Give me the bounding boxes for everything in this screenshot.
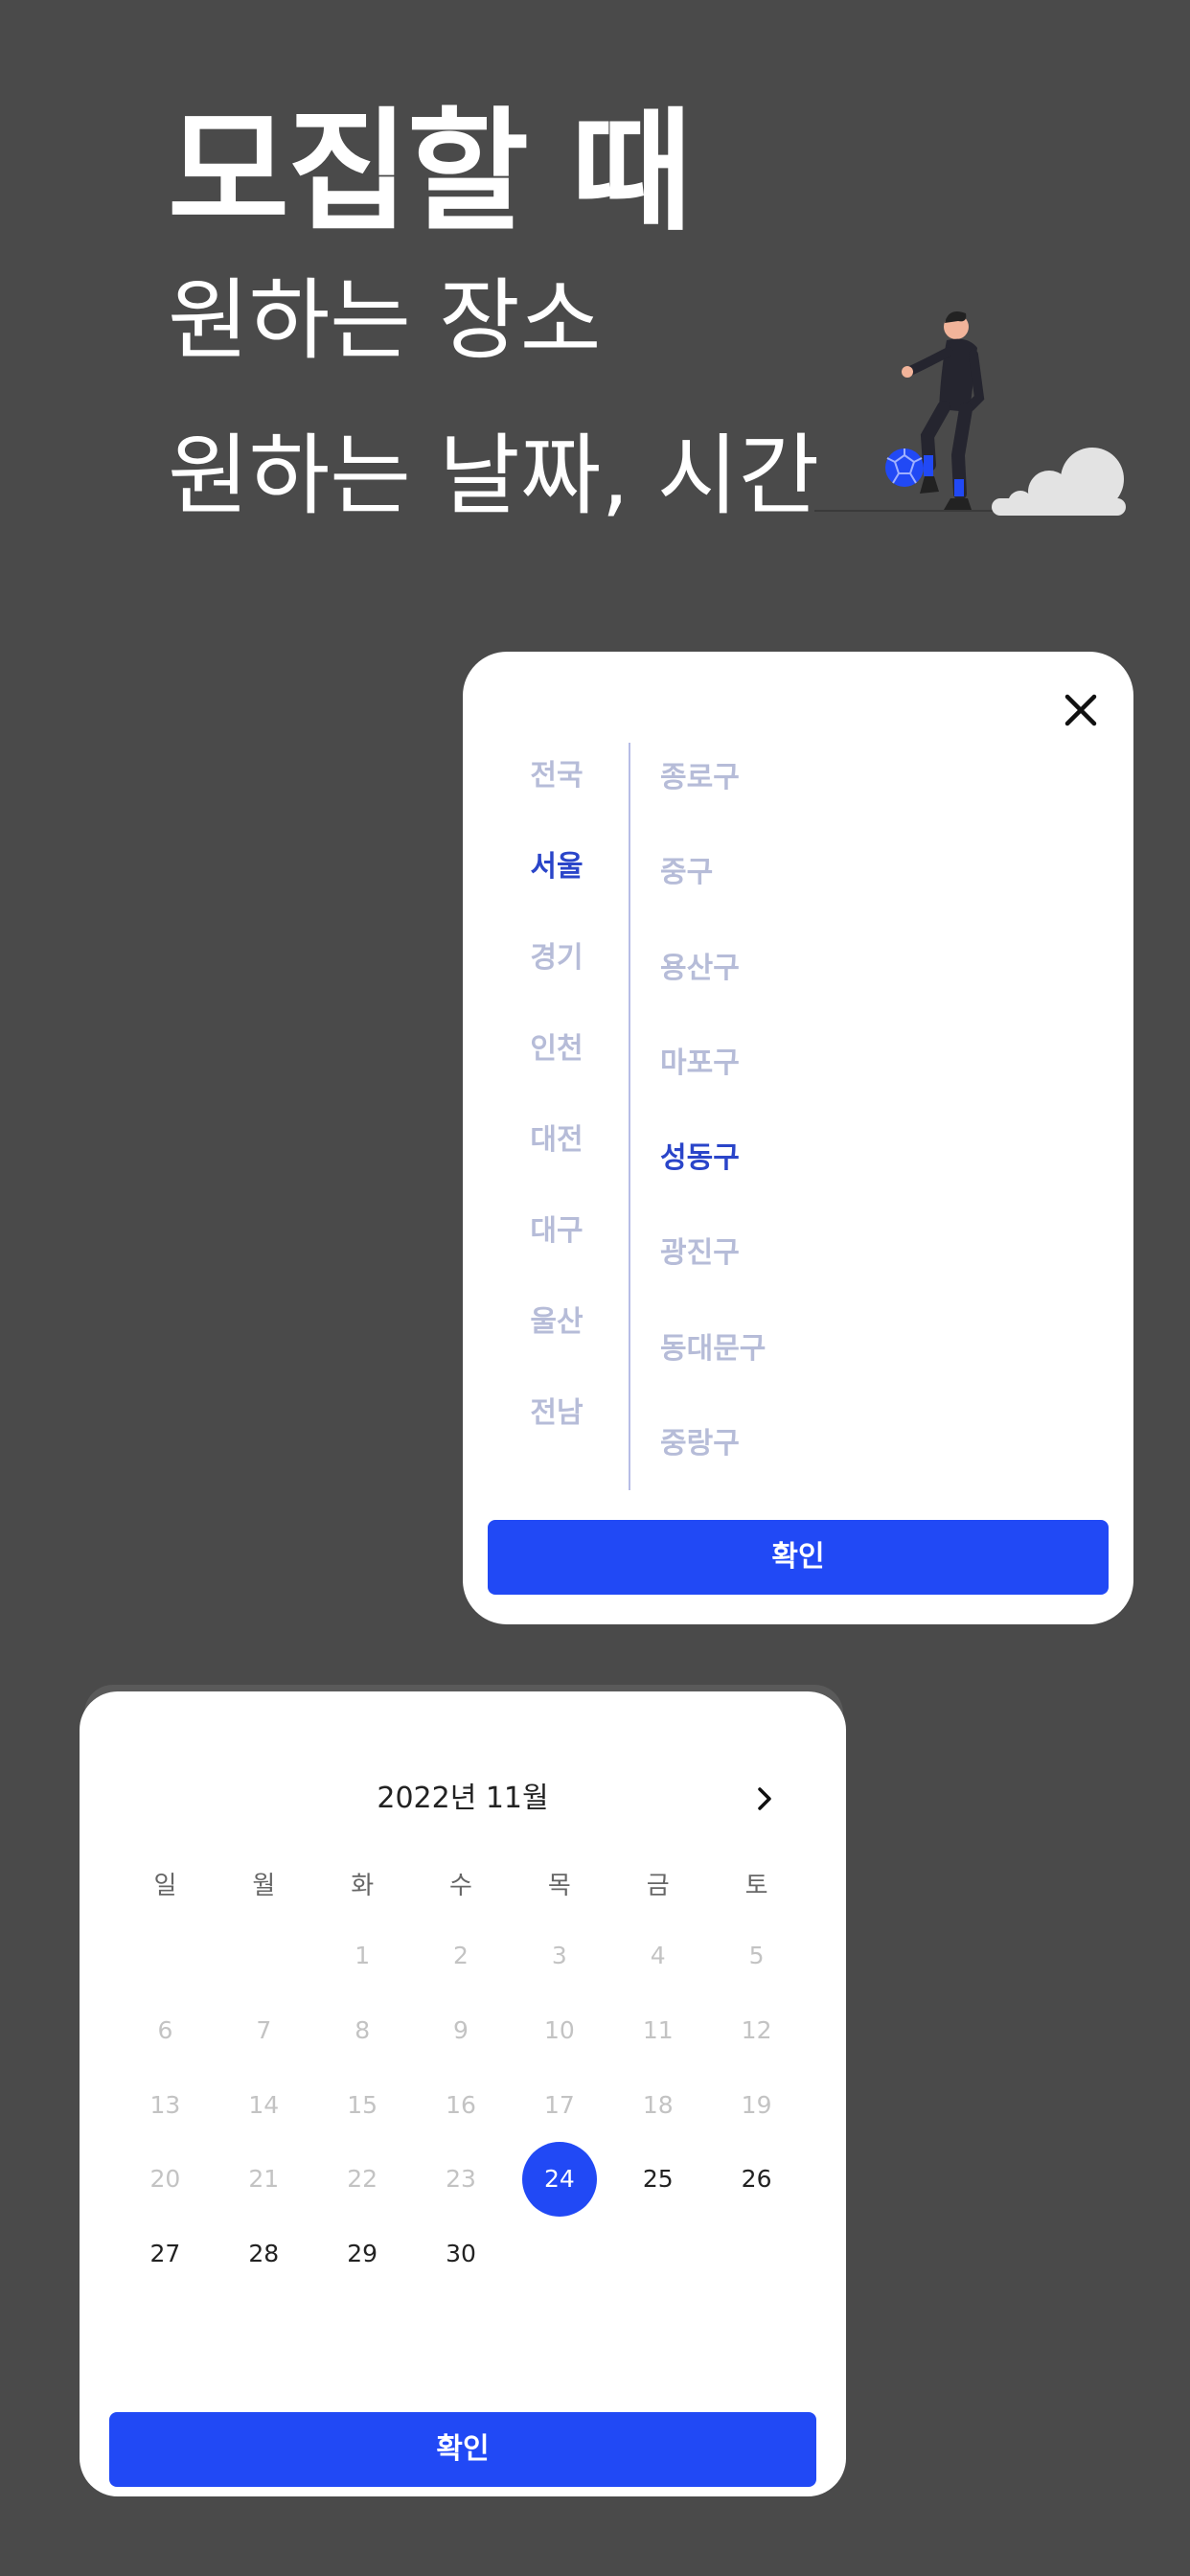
location-picker-modal: 전국 서울 경기 인천 대전 대구 울산 전남 종로구 중구 용산구 마포구 성…	[463, 652, 1133, 1624]
calendar-day-selected[interactable]: 24	[510, 2141, 608, 2217]
chevron-right-icon[interactable]	[745, 1780, 784, 1818]
calendar-day[interactable]: 27	[116, 2217, 215, 2291]
weekday-label: 화	[351, 1872, 375, 1900]
headline-datetime: 원하는 날짜, 시간	[168, 425, 820, 527]
calendar-empty-cell	[510, 2217, 608, 2291]
calendar-day-disabled: 15	[347, 2090, 378, 2119]
calendar-month-title: 2022년 11월	[377, 1782, 549, 1815]
calendar-day-disabled: 9	[453, 2016, 469, 2045]
region-item[interactable]: 울산	[499, 1303, 614, 1394]
weekday-label: 수	[449, 1872, 472, 1900]
region-item[interactable]: 대구	[499, 1212, 614, 1303]
calendar-grid: 1 2 3 4 5 6 7 8 9 10 11 12 13 14 15 16 17 18 19 20 21 22 23 24 2…	[116, 1919, 806, 2290]
calendar-empty-cell	[608, 2217, 707, 2291]
calendar-week-row: 20 21 22 23 24 25 26	[116, 2141, 806, 2217]
headline-place: 원하는 장소	[168, 269, 602, 372]
calendar-day[interactable]: 29	[313, 2217, 412, 2291]
calendar-day-disabled: 21	[248, 2165, 280, 2194]
region-item-selected[interactable]: 서울	[499, 848, 614, 939]
calendar-day[interactable]: 28	[215, 2217, 313, 2291]
region-item[interactable]: 인천	[499, 1030, 614, 1121]
calendar-day[interactable]: 26	[707, 2142, 806, 2217]
calendar-day-disabled: 10	[543, 2016, 575, 2045]
district-item[interactable]: 중랑구	[660, 1425, 948, 1520]
calendar-day-disabled: 3	[551, 1942, 567, 1970]
district-item[interactable]: 마포구	[660, 1045, 948, 1139]
calendar-day-disabled: 6	[157, 2016, 173, 2045]
calendar-week-row: 13 14 15 16 17 18 19	[116, 2067, 806, 2142]
calendar-empty-cell	[707, 2217, 806, 2291]
calendar-day-disabled: 8	[355, 2016, 371, 2045]
region-item[interactable]: 전남	[499, 1394, 614, 1485]
column-divider	[629, 743, 630, 1490]
calendar-day-disabled: 12	[741, 2016, 772, 2045]
calendar-day-disabled: 23	[446, 2165, 476, 2194]
calendar-day-disabled: 13	[149, 2090, 181, 2119]
close-icon[interactable]	[1055, 684, 1107, 736]
calendar-empty-cell	[215, 1919, 313, 1993]
region-item[interactable]: 대전	[499, 1121, 614, 1212]
calendar-week-row: 1 2 3 4 5	[116, 1919, 806, 1993]
calendar-week-row: 6 7 8 9 10 11 12	[116, 1993, 806, 2068]
region-item[interactable]: 경기	[499, 939, 614, 1030]
calendar-day-disabled: 19	[741, 2090, 772, 2119]
weekday-label: 토	[744, 1872, 768, 1900]
calendar-day-disabled: 17	[543, 2090, 575, 2119]
district-item[interactable]: 종로구	[660, 759, 948, 854]
calendar-day[interactable]: 25	[608, 2142, 707, 2217]
calendar-empty-cell	[116, 1919, 215, 1993]
date-picker-modal: 2022년 11월 일 월 화 수 목 금 토 1 2 3 4 5 6 7 8 9 10 11 12 1…	[80, 1691, 846, 2496]
district-item[interactable]: 용산구	[660, 950, 948, 1045]
calendar-week-row: 27 28 29 30	[116, 2217, 806, 2291]
date-confirm-button[interactable]: 확인	[109, 2412, 816, 2487]
district-item-selected[interactable]: 성동구	[660, 1139, 948, 1234]
calendar-day-disabled: 1	[355, 1942, 371, 1970]
calendar-day-disabled: 16	[446, 2090, 476, 2119]
district-list: 종로구 중구 용산구 마포구 성동구 광진구 동대문구 중랑구	[660, 759, 948, 1520]
calendar-day-disabled: 20	[149, 2165, 181, 2194]
soccer-player-illustration	[814, 310, 1126, 516]
calendar-day-disabled: 7	[256, 2016, 272, 2045]
district-item[interactable]: 중구	[660, 854, 948, 949]
district-item[interactable]: 동대문구	[660, 1330, 948, 1425]
calendar-day-disabled: 11	[642, 2016, 674, 2045]
calendar-day-disabled: 2	[453, 1942, 469, 1970]
region-item[interactable]: 전국	[499, 757, 614, 848]
district-item[interactable]: 광진구	[660, 1234, 948, 1329]
weekday-label: 금	[646, 1872, 670, 1900]
weekday-label: 목	[547, 1872, 571, 1900]
calendar-day-disabled: 18	[642, 2090, 674, 2119]
calendar-day-disabled: 22	[347, 2165, 378, 2194]
calendar-day-disabled: 14	[248, 2090, 280, 2119]
calendar-day-disabled: 4	[650, 1942, 666, 1970]
location-confirm-button[interactable]: 확인	[488, 1520, 1109, 1595]
weekday-label: 월	[252, 1872, 276, 1900]
region-list: 전국 서울 경기 인천 대전 대구 울산 전남	[499, 757, 614, 1485]
weekday-header: 일 월 화 수 목 금 토	[116, 1869, 806, 1903]
weekday-label: 일	[153, 1872, 177, 1900]
calendar-day[interactable]: 30	[412, 2217, 511, 2291]
headline-title: 모집할 때	[168, 95, 693, 249]
calendar-day-disabled: 5	[748, 1942, 765, 1970]
